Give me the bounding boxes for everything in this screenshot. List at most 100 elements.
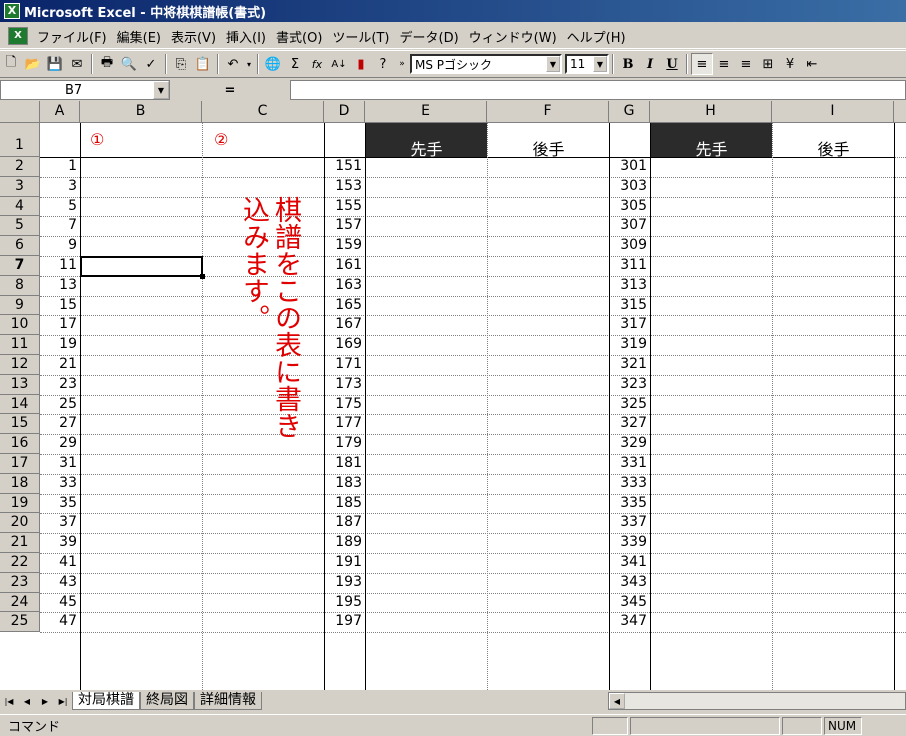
cell-b1-circled-one[interactable]: ①: [90, 130, 104, 149]
prev-sheet-icon[interactable]: ◀: [18, 692, 36, 710]
column-header-h[interactable]: H: [650, 101, 772, 123]
column-header-b[interactable]: B: [80, 101, 202, 123]
row-header-6[interactable]: 6: [0, 236, 40, 256]
open-folder-icon[interactable]: 📂: [22, 53, 44, 75]
toolbar-more-icon[interactable]: »: [394, 53, 410, 75]
cell-a-move-number[interactable]: 5: [40, 197, 80, 217]
row-header-2[interactable]: 2: [0, 157, 40, 177]
cell-g-move-number[interactable]: 331: [609, 454, 650, 474]
cell-g-move-number[interactable]: 303: [609, 177, 650, 197]
cell-g-move-number[interactable]: 321: [609, 355, 650, 375]
cell-d-move-number[interactable]: 173: [324, 375, 365, 395]
cell-d-move-number[interactable]: 177: [324, 414, 365, 434]
row-header-19[interactable]: 19: [0, 493, 40, 514]
new-file-icon[interactable]: 🗋: [0, 53, 22, 75]
excel-app-icon[interactable]: X: [4, 3, 20, 19]
cell-a-move-number[interactable]: 27: [40, 414, 80, 434]
cell-g-move-number[interactable]: 301: [609, 157, 650, 177]
cell-i1-gote[interactable]: 後手: [773, 123, 894, 159]
cell-d-move-number[interactable]: 165: [324, 296, 365, 316]
cell-a-move-number[interactable]: 11: [40, 256, 80, 276]
cell-g-move-number[interactable]: 319: [609, 335, 650, 355]
merge-center-icon[interactable]: ⊞: [757, 53, 779, 75]
row-header-11[interactable]: 11: [0, 335, 40, 355]
cell-a-move-number[interactable]: 1: [40, 157, 80, 177]
cell-a-move-number[interactable]: 33: [40, 474, 80, 494]
sheet-tab-game-record[interactable]: 対局棋譜: [72, 692, 140, 710]
cell-g-move-number[interactable]: 341: [609, 553, 650, 573]
cell-e1-sente[interactable]: 先手: [366, 123, 487, 159]
cell-h1-sente[interactable]: 先手: [651, 123, 772, 159]
menu-tools[interactable]: ツール(T): [327, 27, 394, 46]
chevron-down-icon[interactable]: ▼: [153, 81, 169, 99]
menu-format[interactable]: 書式(O): [271, 27, 327, 46]
cell-a-move-number[interactable]: 31: [40, 454, 80, 474]
cell-d-move-number[interactable]: 159: [324, 236, 365, 256]
row-header-18[interactable]: 18: [0, 473, 40, 494]
column-header-overflow[interactable]: [894, 101, 906, 123]
row-header-3[interactable]: 3: [0, 176, 40, 197]
row-header-4[interactable]: 4: [0, 196, 40, 217]
menu-window[interactable]: ウィンドウ(W): [464, 27, 562, 46]
print-preview-icon[interactable]: 🔍: [118, 53, 140, 75]
cell-a-move-number[interactable]: 17: [40, 315, 80, 335]
cell-d-move-number[interactable]: 197: [324, 612, 365, 632]
formula-input[interactable]: [290, 80, 906, 100]
row-header-22[interactable]: 22: [0, 553, 40, 573]
cell-g-move-number[interactable]: 347: [609, 612, 650, 632]
cell-g-move-number[interactable]: 339: [609, 533, 650, 553]
row-header-17[interactable]: 17: [0, 454, 40, 474]
cell-a-move-number[interactable]: 41: [40, 553, 80, 573]
cell-a-move-number[interactable]: 13: [40, 276, 80, 296]
row-header-24[interactable]: 24: [0, 592, 40, 613]
cell-a-move-number[interactable]: 15: [40, 296, 80, 316]
menu-edit[interactable]: 編集(E): [112, 27, 166, 46]
cell-d-move-number[interactable]: 153: [324, 177, 365, 197]
cell-d-move-number[interactable]: 179: [324, 434, 365, 454]
row-header-1[interactable]: 1: [0, 123, 40, 157]
first-sheet-icon[interactable]: |◀: [0, 692, 18, 710]
bold-button[interactable]: B: [617, 53, 639, 75]
help-icon[interactable]: ?: [372, 53, 394, 75]
cell-g-move-number[interactable]: 329: [609, 434, 650, 454]
email-icon[interactable]: ✉: [66, 53, 88, 75]
hyperlink-icon[interactable]: 🌐: [262, 53, 284, 75]
row-header-21[interactable]: 21: [0, 533, 40, 553]
formula-equals-button[interactable]: =: [170, 83, 290, 98]
copy-icon[interactable]: ⎘: [170, 53, 192, 75]
cell-d-move-number[interactable]: 189: [324, 533, 365, 553]
cell-g-move-number[interactable]: 345: [609, 593, 650, 613]
row-header-16[interactable]: 16: [0, 434, 40, 454]
row-header-9[interactable]: 9: [0, 295, 40, 316]
cell-d-move-number[interactable]: 185: [324, 494, 365, 514]
cell-a-move-number[interactable]: 7: [40, 216, 80, 236]
cell-a-move-number[interactable]: 45: [40, 593, 80, 613]
cell-c1-circled-two[interactable]: ②: [214, 130, 228, 149]
cell-d-move-number[interactable]: 167: [324, 315, 365, 335]
currency-icon[interactable]: ¥: [779, 53, 801, 75]
row-header-7[interactable]: 7: [0, 256, 40, 276]
cell-g-move-number[interactable]: 311: [609, 256, 650, 276]
cell-a-move-number[interactable]: 47: [40, 612, 80, 632]
next-sheet-icon[interactable]: ▶: [36, 692, 54, 710]
cell-g-move-number[interactable]: 337: [609, 513, 650, 533]
cell-d-move-number[interactable]: 193: [324, 573, 365, 593]
cell-g-move-number[interactable]: 335: [609, 494, 650, 514]
font-name-select[interactable]: MS Pゴシック ▼: [410, 54, 562, 74]
cell-g-move-number[interactable]: 333: [609, 474, 650, 494]
row-header-14[interactable]: 14: [0, 394, 40, 415]
cell-g-move-number[interactable]: 317: [609, 315, 650, 335]
row-header-12[interactable]: 12: [0, 355, 40, 375]
column-header-g[interactable]: G: [609, 101, 650, 123]
cell-d-move-number[interactable]: 157: [324, 216, 365, 236]
menu-insert[interactable]: 挿入(I): [221, 27, 271, 46]
cell-g-move-number[interactable]: 325: [609, 395, 650, 415]
row-header-15[interactable]: 15: [0, 414, 40, 435]
undo-dropdown-icon[interactable]: ▾: [244, 53, 254, 75]
row-header-23[interactable]: 23: [0, 572, 40, 593]
autosum-button[interactable]: Σ: [284, 53, 306, 75]
last-sheet-icon[interactable]: ▶|: [54, 692, 72, 710]
column-header-i[interactable]: I: [772, 101, 894, 123]
function-button[interactable]: fx: [306, 53, 328, 75]
undo-icon[interactable]: ↶: [222, 53, 244, 75]
